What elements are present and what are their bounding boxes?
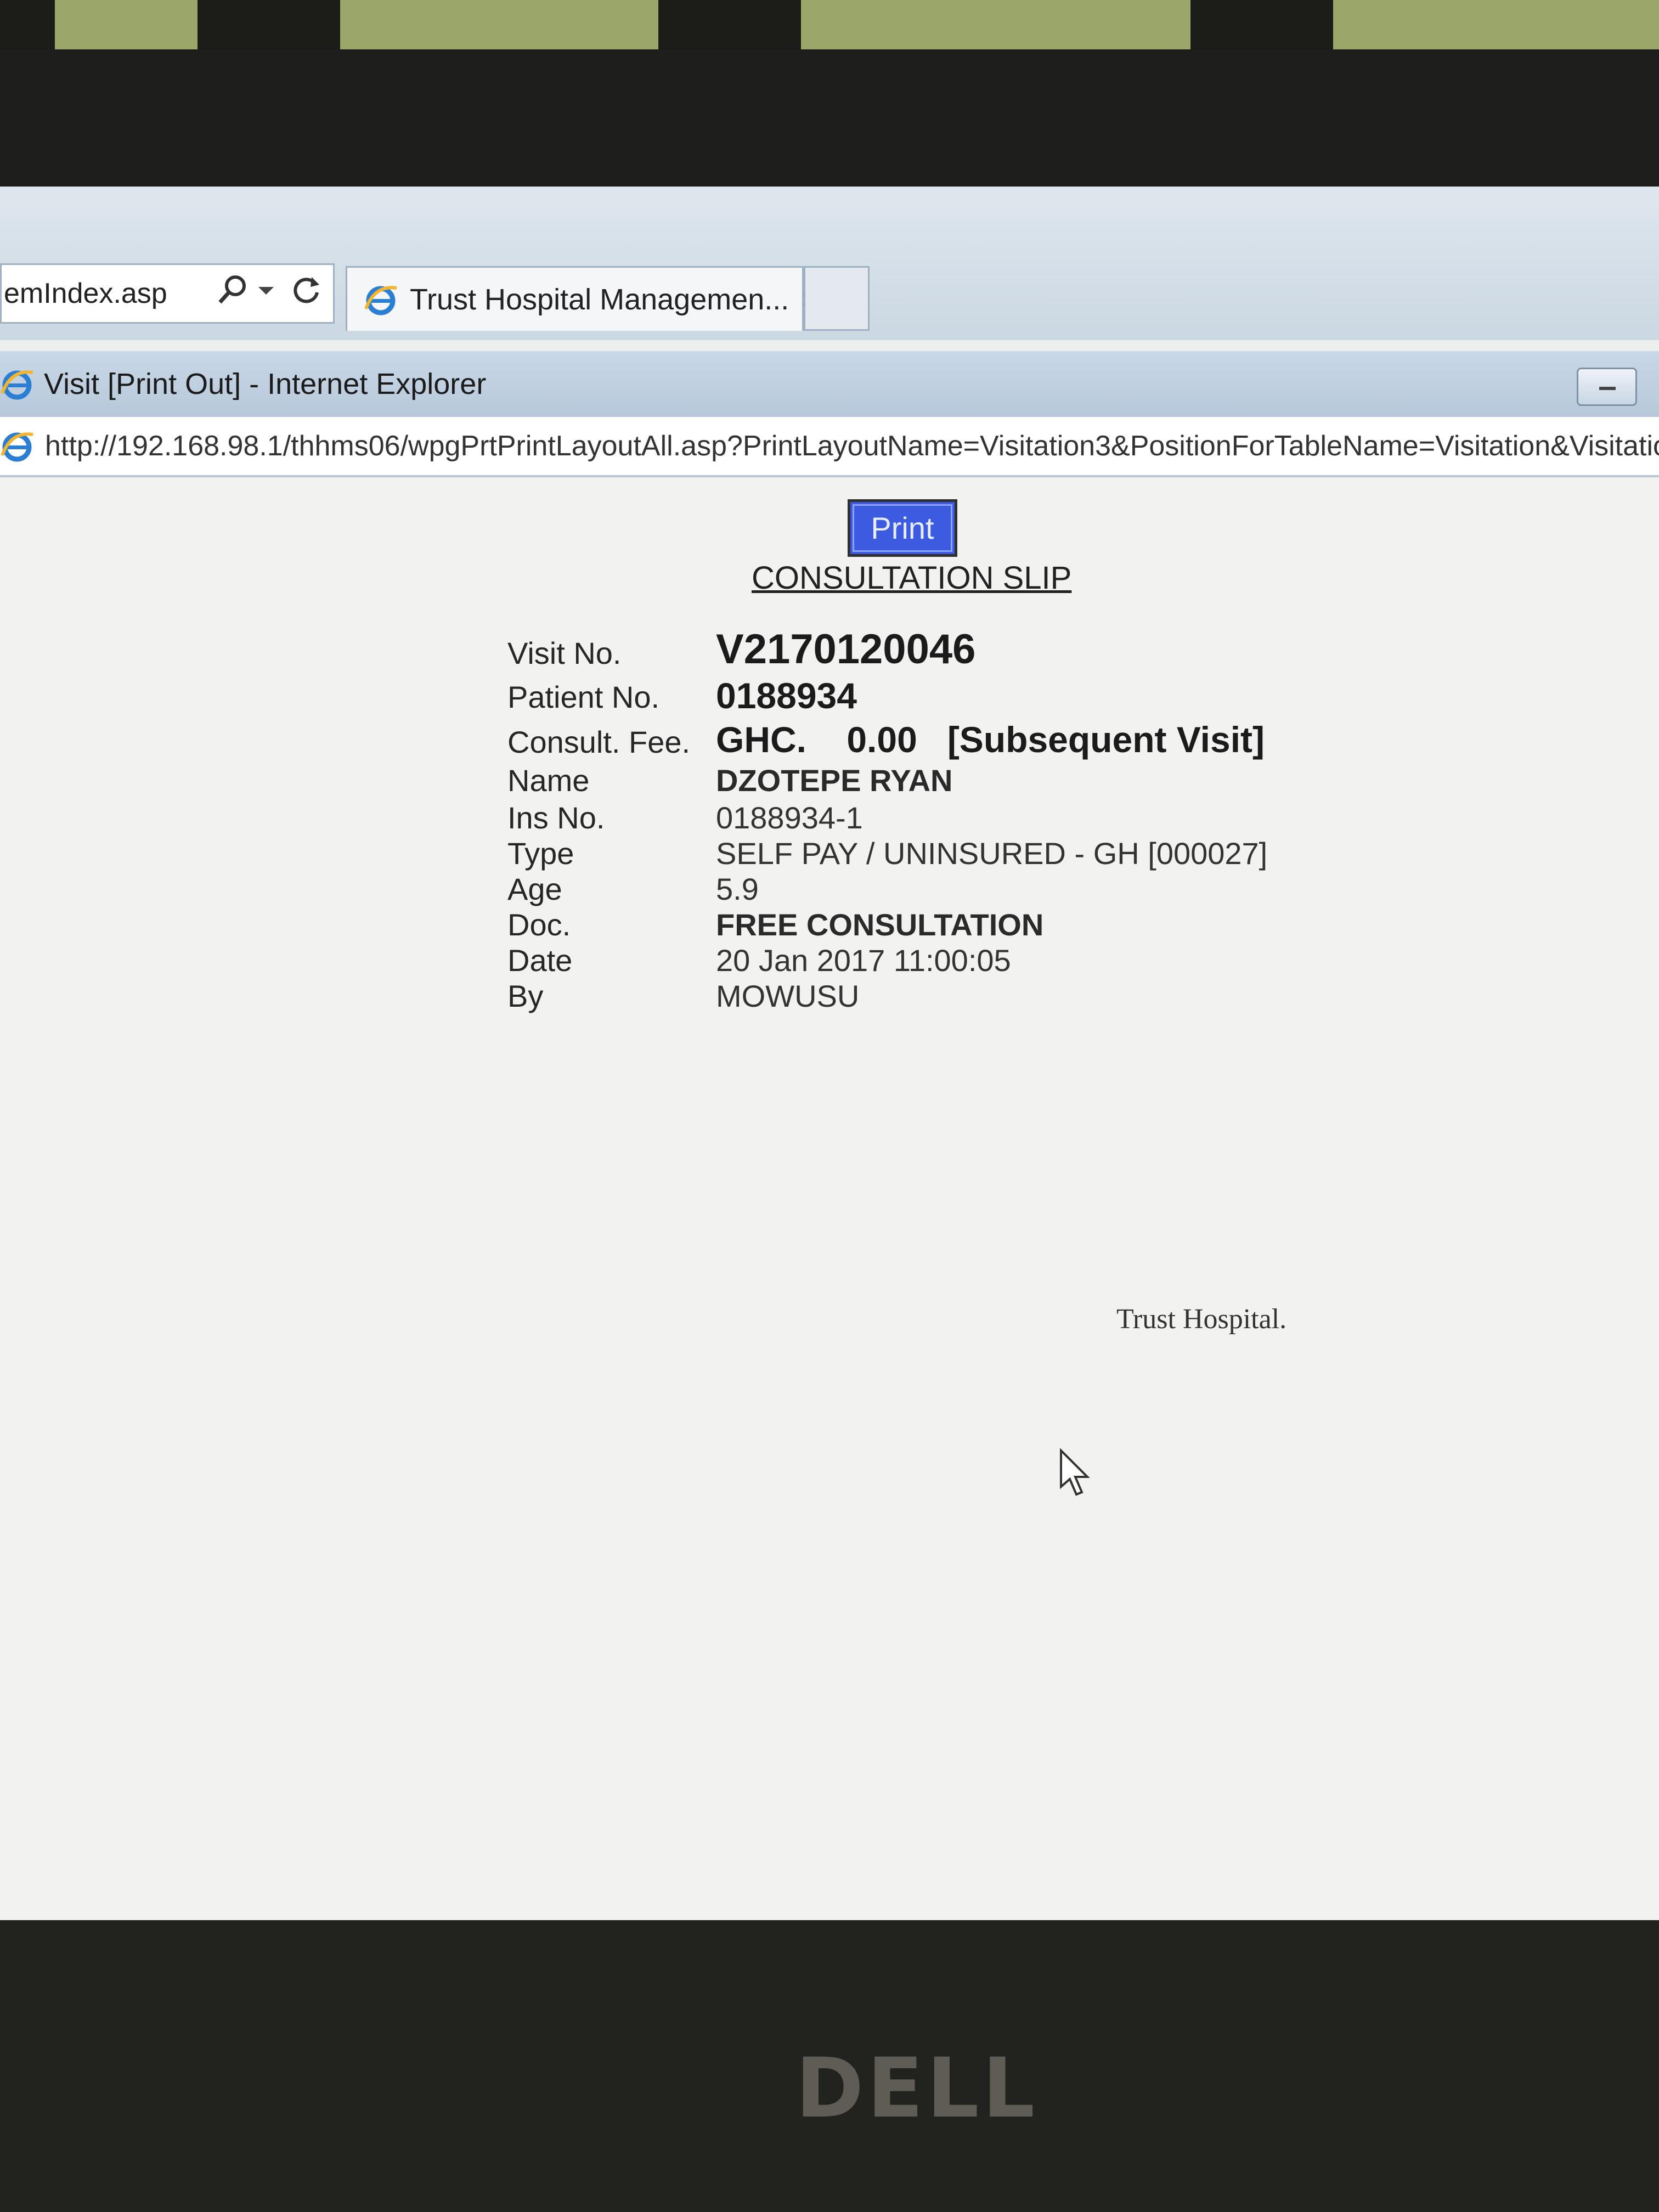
field-label: Name: [507, 763, 590, 798]
monitor-logo: DELL: [795, 2041, 1039, 2136]
ie-icon: [0, 429, 34, 463]
field-value: 0188934-1: [716, 800, 863, 835]
ie-icon: [0, 367, 34, 401]
mouse-cursor-icon: [1059, 1448, 1092, 1500]
window-title: Visit [Print Out] - Internet Explorer: [44, 368, 487, 400]
field-label: By: [507, 979, 544, 1013]
field-label: Patient No.: [507, 680, 660, 714]
tab-trust-hospital[interactable]: Trust Hospital Managemen... ×: [346, 266, 818, 331]
ie-icon: [364, 283, 398, 317]
field-value: MOWUSU: [716, 979, 860, 1013]
new-tab-button[interactable]: [804, 266, 870, 331]
field-label: Age: [507, 872, 562, 906]
address-stub-text: emIndex.asp: [4, 278, 167, 309]
field-value: 20 Jan 2017 11:00:05: [716, 943, 1011, 978]
field-value: GHC. 0.00 [Subsequent Visit]: [716, 719, 1265, 760]
field-value: SELF PAY / UNINSURED - GH [000027]: [716, 836, 1268, 871]
screen: emIndex.asp Trust Hospital Managemen... …: [0, 187, 1659, 1964]
field-label: Doc.: [507, 907, 571, 942]
tab-strip: emIndex.asp Trust Hospital Managemen... …: [0, 187, 1659, 340]
minimize-icon[interactable]: [1577, 368, 1637, 406]
field-value: FREE CONSULTATION: [716, 907, 1044, 942]
field-label: Visit No.: [507, 636, 622, 670]
search-icon[interactable]: [216, 273, 250, 315]
field-label: Type: [507, 836, 574, 871]
field-value: DZOTEPE RYAN: [716, 763, 953, 798]
dropdown-icon[interactable]: [255, 273, 277, 315]
monitor-bezel-top: [0, 49, 1659, 203]
print-button[interactable]: Print: [848, 499, 957, 557]
footer-hospital-name: Trust Hospital.: [1116, 1304, 1287, 1335]
address-bar-stub[interactable]: emIndex.asp: [0, 263, 335, 324]
tab-title: Trust Hospital Managemen...: [410, 283, 789, 316]
url-text[interactable]: http://192.168.98.1/thhms06/wpgPrtPrintL…: [45, 430, 1659, 462]
page-title: CONSULTATION SLIP: [752, 560, 1072, 596]
field-label: Ins No.: [507, 800, 605, 835]
window-titlebar: Visit [Print Out] - Internet Explorer: [0, 351, 1659, 417]
field-value: 0188934: [716, 675, 857, 716]
field-value: V2170120046: [716, 626, 976, 673]
field-label: Consult. Fee.: [507, 725, 691, 759]
url-bar[interactable]: http://192.168.98.1/thhms06/wpgPrtPrintL…: [0, 417, 1659, 477]
field-value: 5.9: [716, 872, 759, 906]
field-label: Date: [507, 943, 573, 978]
page-content: Print CONSULTATION SLIP Visit No. V21701…: [0, 477, 1659, 1964]
refresh-icon[interactable]: [290, 273, 324, 315]
